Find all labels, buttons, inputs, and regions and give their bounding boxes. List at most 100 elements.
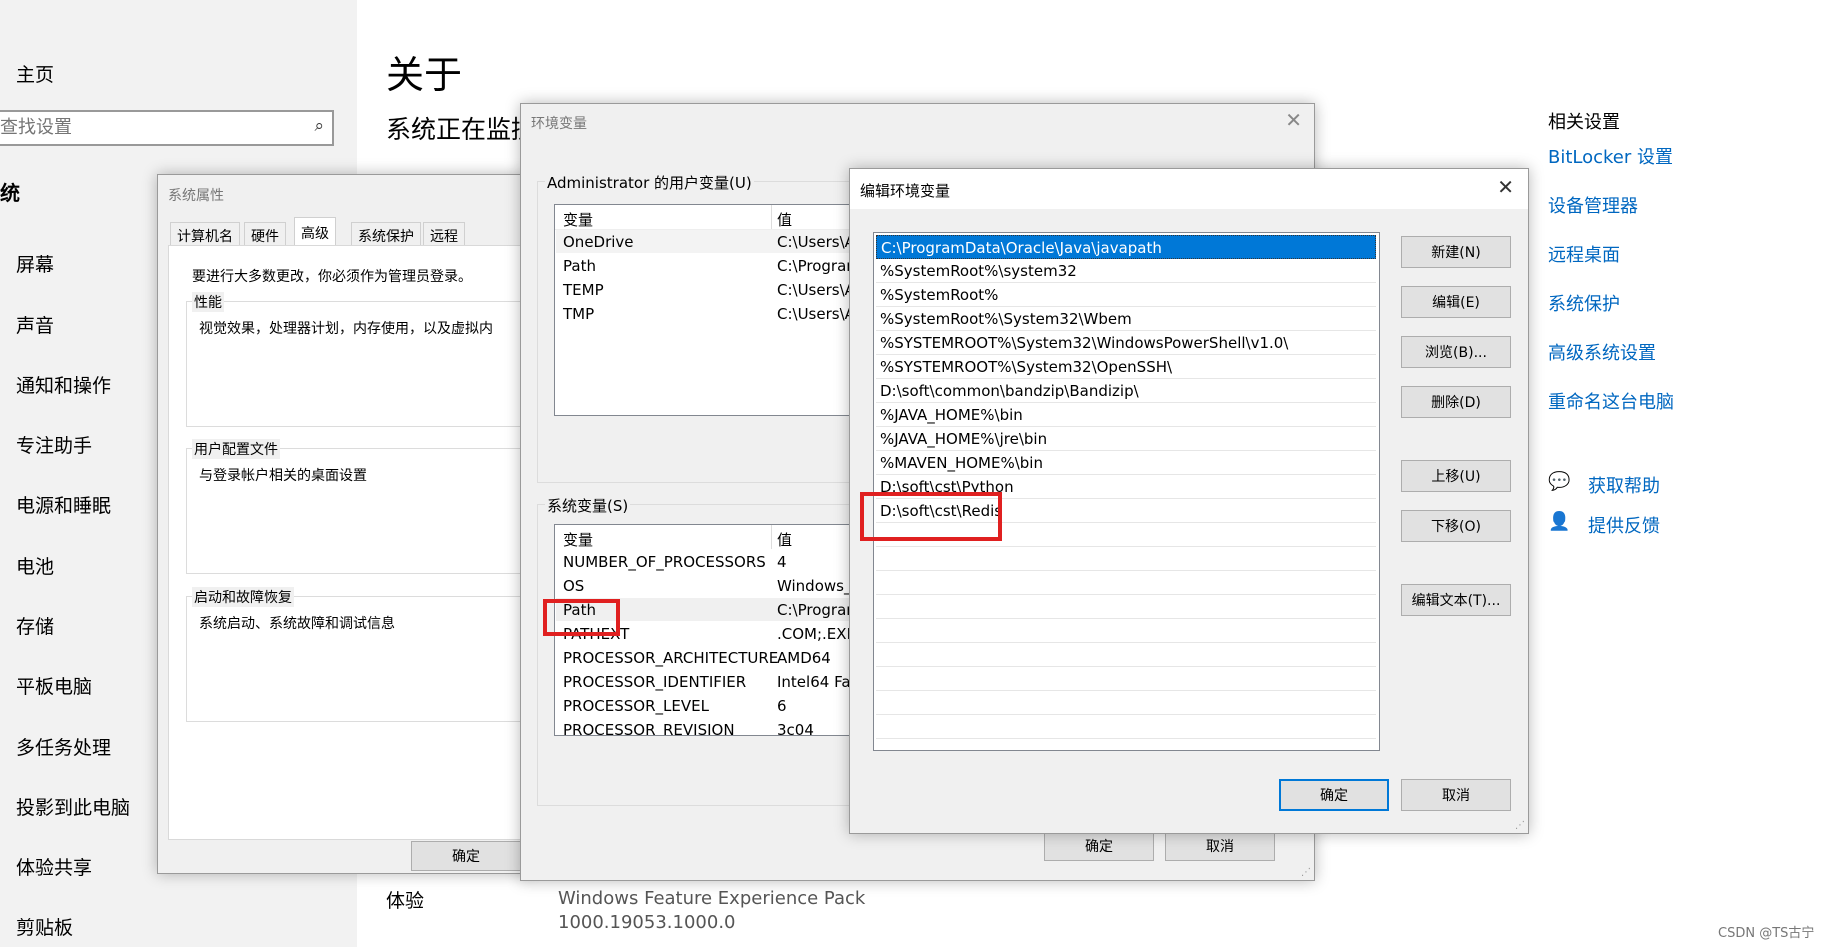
col-val-header[interactable]: 值 xyxy=(777,529,792,550)
link-remote-desktop[interactable]: 远程桌面 xyxy=(1548,241,1620,267)
col-divider xyxy=(771,205,772,229)
table-row[interactable]: Path xyxy=(563,257,596,275)
nav-section-system: 统 xyxy=(0,181,20,205)
list-item-empty xyxy=(876,715,1376,739)
help-icon: 💬 xyxy=(1548,471,1571,492)
list-item-empty xyxy=(876,619,1376,643)
advanced-tab-panel: 要进行大多数更改，你必须作为管理员登录。 性能 视觉效果，处理器计划，内存使用，… xyxy=(168,245,531,840)
list-item-empty xyxy=(876,595,1376,619)
settings-search-box[interactable]: ⌕ xyxy=(0,110,334,146)
dialog-title: 编辑环境变量 xyxy=(860,182,951,200)
list-item-selected[interactable]: C:\ProgramData\Oracle\Java\javapath xyxy=(876,235,1376,259)
table-cell[interactable]: 6 xyxy=(777,697,787,715)
nav-item-display[interactable]: 屏幕 xyxy=(16,250,54,277)
col-divider xyxy=(771,525,772,549)
sysprop-ok-button[interactable]: 确定 xyxy=(411,841,521,871)
link-advanced-system-settings[interactable]: 高级系统设置 xyxy=(1548,339,1656,365)
nav-item-focus-assist[interactable]: 专注助手 xyxy=(16,431,92,458)
env-cancel-button[interactable]: 取消 xyxy=(1165,831,1275,861)
table-cell[interactable]: 4 xyxy=(777,553,787,571)
list-item[interactable]: %SystemRoot%\system32 xyxy=(876,259,1376,283)
col-var-header[interactable]: 变量 xyxy=(563,529,593,550)
list-item-empty xyxy=(876,691,1376,715)
resize-grip-icon[interactable]: ⋰ xyxy=(1301,867,1311,878)
system-vars-label: 系统变量(S) xyxy=(545,495,631,516)
col-val-header[interactable]: 值 xyxy=(777,209,792,230)
settings-search-input[interactable] xyxy=(0,112,290,142)
nav-item-multitasking[interactable]: 多任务处理 xyxy=(16,733,111,760)
env-ok-button[interactable]: 确定 xyxy=(1044,831,1154,861)
link-rename-pc[interactable]: 重命名这台电脑 xyxy=(1548,388,1674,414)
system-properties-dialog: 系统属性 计算机名 硬件 高级 系统保护 远程 要进行大多数更改，你必须作为管理… xyxy=(157,174,531,874)
search-icon[interactable]: ⌕ xyxy=(314,116,324,136)
delete-button[interactable]: 删除(D) xyxy=(1401,386,1511,418)
nav-item-power-sleep[interactable]: 电源和睡眠 xyxy=(16,491,111,518)
move-up-button[interactable]: 上移(U) xyxy=(1401,460,1511,492)
nav-item-shared-experiences[interactable]: 体验共享 xyxy=(16,853,92,880)
list-item[interactable]: %MAVEN_HOME%\bin xyxy=(876,451,1376,475)
table-row[interactable]: OS xyxy=(563,577,584,595)
list-item[interactable]: %SystemRoot%\System32\Wbem xyxy=(876,307,1376,331)
edit-environment-variable-dialog: 编辑环境变量 ✕ C:\ProgramData\Oracle\Java\java… xyxy=(849,168,1529,834)
experience-label: 体验 xyxy=(386,890,425,912)
close-icon[interactable]: ✕ xyxy=(1285,108,1302,132)
table-cell[interactable]: C:\Users\A xyxy=(777,305,855,323)
nav-home[interactable]: 主页 xyxy=(16,60,54,87)
page-subtitle: 系统正在监控 xyxy=(386,115,537,144)
list-item-empty xyxy=(876,571,1376,595)
nav-item-storage[interactable]: 存储 xyxy=(16,612,54,639)
list-item[interactable]: %SystemRoot% xyxy=(876,283,1376,307)
link-get-help[interactable]: 获取帮助 xyxy=(1588,472,1660,498)
close-icon[interactable]: ✕ xyxy=(1497,175,1514,199)
profile-desc: 与登录帐户相关的桌面设置 xyxy=(199,468,367,484)
table-row[interactable]: TMP xyxy=(563,305,594,323)
table-row[interactable]: PROCESSOR_ARCHITECTURE xyxy=(563,649,778,667)
table-row[interactable]: PROCESSOR_IDENTIFIER xyxy=(563,673,746,691)
table-cell[interactable]: Windows_ xyxy=(777,577,851,595)
edit-text-button[interactable]: 编辑文本(T)... xyxy=(1401,584,1511,616)
table-cell[interactable]: C:\Users\A xyxy=(777,233,855,251)
list-item[interactable]: %SYSTEMROOT%\System32\OpenSSH\ xyxy=(876,355,1376,379)
cancel-button[interactable]: 取消 xyxy=(1401,779,1511,811)
link-give-feedback[interactable]: 提供反馈 xyxy=(1588,512,1660,538)
nav-item-tablet[interactable]: 平板电脑 xyxy=(16,672,92,699)
list-item-empty xyxy=(876,547,1376,571)
highlight-path xyxy=(543,599,620,636)
table-cell[interactable]: C:\Progran xyxy=(777,601,856,619)
browse-button[interactable]: 浏览(B)... xyxy=(1401,336,1511,368)
list-item-empty xyxy=(876,643,1376,667)
table-row[interactable]: TEMP xyxy=(563,281,604,299)
table-row[interactable]: NUMBER_OF_PROCESSORS xyxy=(563,553,766,571)
table-row[interactable]: PROCESSOR_REVISION xyxy=(563,721,735,735)
edit-button[interactable]: 编辑(E) xyxy=(1401,286,1511,318)
dialog-title: 环境变量 xyxy=(531,116,587,132)
table-cell[interactable]: AMD64 xyxy=(777,649,831,667)
link-system-protection[interactable]: 系统保护 xyxy=(1548,290,1620,316)
nav-item-battery[interactable]: 电池 xyxy=(16,552,54,579)
table-cell[interactable]: Intel64 Fa xyxy=(777,673,851,691)
ok-button[interactable]: 确定 xyxy=(1279,779,1389,811)
move-down-button[interactable]: 下移(O) xyxy=(1401,510,1511,542)
feedback-icon: 👤 xyxy=(1548,511,1571,532)
table-cell[interactable]: C:\Users\A xyxy=(777,281,855,299)
link-device-manager[interactable]: 设备管理器 xyxy=(1548,192,1638,218)
performance-desc: 视觉效果，处理器计划，内存使用，以及虚拟内 xyxy=(199,321,493,337)
startup-label: 启动和故障恢复 xyxy=(192,587,294,607)
list-item[interactable]: %JAVA_HOME%\bin xyxy=(876,403,1376,427)
nav-item-projecting[interactable]: 投影到此电脑 xyxy=(16,793,130,820)
table-row[interactable]: OneDrive xyxy=(563,233,634,251)
list-item[interactable]: %SYSTEMROOT%\System32\WindowsPowerShell\… xyxy=(876,331,1376,355)
list-item[interactable]: D:\soft\common\bandzip\Bandizip\ xyxy=(876,379,1376,403)
experience-version: 1000.19053.1000.0 xyxy=(558,912,736,933)
new-button[interactable]: 新建(N) xyxy=(1401,236,1511,268)
col-var-header[interactable]: 变量 xyxy=(563,209,593,230)
nav-item-clipboard[interactable]: 剪贴板 xyxy=(16,913,73,940)
table-row[interactable]: PROCESSOR_LEVEL xyxy=(563,697,709,715)
nav-item-sound[interactable]: 声音 xyxy=(16,311,54,338)
table-cell[interactable]: 3c04 xyxy=(777,721,814,735)
link-bitlocker[interactable]: BitLocker 设置 xyxy=(1548,143,1673,169)
list-item[interactable]: %JAVA_HOME%\jre\bin xyxy=(876,427,1376,451)
table-cell[interactable]: .COM;.EXE xyxy=(777,625,856,643)
resize-grip-icon[interactable]: ⋰ xyxy=(1515,820,1525,831)
nav-item-notifications[interactable]: 通知和操作 xyxy=(16,371,111,398)
